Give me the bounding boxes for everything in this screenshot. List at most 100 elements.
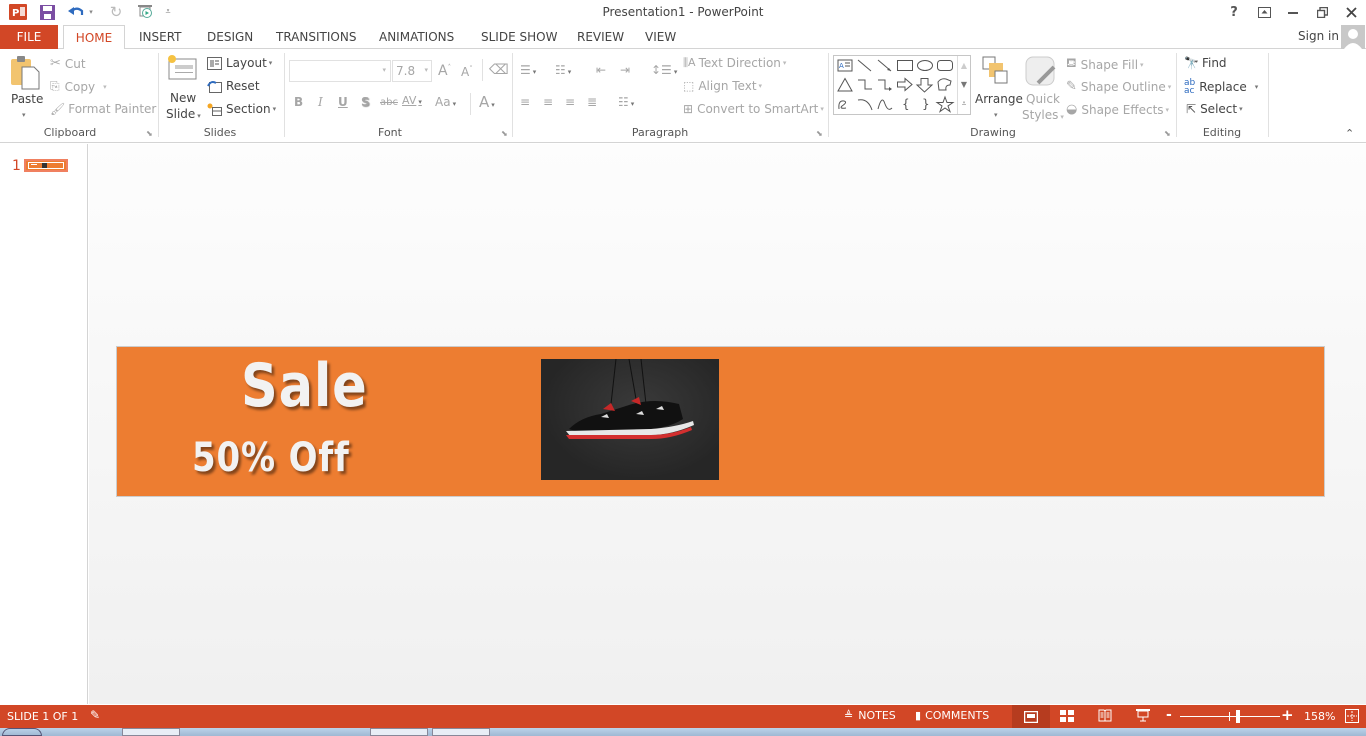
font-color-button[interactable]: A ▾	[479, 93, 495, 111]
collapse-ribbon-icon[interactable]: ⌃	[1345, 127, 1354, 140]
text-direction-button[interactable]: ⫼A Text Direction ▾	[683, 56, 786, 70]
underline-button[interactable]: U	[338, 95, 348, 109]
shape-oval-icon[interactable]	[917, 60, 933, 71]
find-button[interactable]: 🔭 Find	[1184, 56, 1227, 70]
shape-down-arrow-icon[interactable]	[915, 78, 934, 93]
shape-triangle-icon[interactable]	[837, 77, 853, 92]
shape-scribble-icon[interactable]	[838, 100, 847, 110]
drawing-launcher-icon[interactable]: ⬊	[1164, 129, 1171, 138]
sneaker-image[interactable]	[541, 358, 719, 480]
gallery-down-icon[interactable]: ▼	[958, 75, 970, 94]
align-text-button[interactable]: ⬚ Align Text ▾	[683, 79, 762, 93]
align-center-button[interactable]: ≡	[543, 95, 553, 109]
close-icon[interactable]	[1337, 2, 1365, 22]
tab-design[interactable]: DESIGN	[199, 25, 261, 49]
shape-rounded-rectangle-icon[interactable]	[937, 60, 953, 71]
increase-indent-button[interactable]: ⇥	[620, 63, 630, 77]
fit-slide-button[interactable]	[1345, 709, 1359, 726]
font-size-combobox[interactable]: 7.8 ▾	[392, 60, 432, 82]
ribbon-display-options-icon[interactable]	[1250, 2, 1278, 22]
start-button[interactable]	[2, 728, 42, 736]
sale-heading[interactable]: Sale	[241, 351, 368, 421]
cut-button[interactable]: ✂ Cut	[50, 56, 86, 71]
tab-review[interactable]: REVIEW	[569, 25, 632, 49]
reading-view-button[interactable]	[1098, 709, 1112, 725]
tab-view[interactable]: VIEW	[637, 25, 684, 49]
section-button[interactable]: Section ▾	[207, 102, 276, 116]
layout-button[interactable]: Layout ▾	[207, 56, 272, 70]
strikethrough-button[interactable]: abc	[380, 97, 398, 108]
align-left-button[interactable]: ≡	[520, 95, 530, 109]
copy-button[interactable]: ⎘ Copy ▾	[50, 79, 107, 94]
restore-icon[interactable]	[1308, 2, 1336, 22]
slide-sorter-button[interactable]	[1060, 710, 1074, 725]
shape-outline-button[interactable]: ✎ Shape Outline ▾	[1066, 79, 1171, 94]
zoom-in-button[interactable]: +	[1281, 706, 1294, 724]
shape-right-brace-icon[interactable]: }	[922, 97, 930, 111]
shape-freeform-icon[interactable]	[937, 78, 952, 91]
paste-button[interactable]: Paste ▾	[8, 55, 44, 121]
new-slide-button[interactable]: New Slide ▾	[165, 53, 201, 123]
font-name-dropdown-icon[interactable]: ▾	[382, 66, 386, 74]
slide-show-button[interactable]	[1136, 709, 1150, 725]
shape-elbow-arrow-icon[interactable]	[878, 79, 892, 91]
text-shadow-button[interactable]: S	[361, 95, 370, 109]
paragraph-launcher-icon[interactable]: ⬊	[816, 129, 823, 138]
font-size-dropdown-icon[interactable]: ▾	[424, 66, 428, 74]
normal-view-button[interactable]	[1012, 705, 1050, 728]
zoom-level[interactable]: 158%	[1304, 710, 1335, 723]
clipboard-launcher-icon[interactable]: ⬊	[146, 129, 153, 138]
spell-check-icon[interactable]: ✎	[90, 708, 100, 722]
justify-button[interactable]: ≣	[587, 95, 597, 109]
taskbar-app-word[interactable]	[432, 728, 490, 736]
shape-right-arrow-icon[interactable]	[897, 77, 913, 92]
taskbar-app-chrome[interactable]	[122, 728, 180, 736]
shape-rectangle-icon[interactable]	[897, 60, 913, 71]
arrange-button[interactable]: Arrange ▾	[975, 55, 1023, 121]
gallery-scroll[interactable]: ▲ ▼ ⩡	[957, 56, 970, 114]
sign-in-link[interactable]: Sign in	[1298, 29, 1339, 43]
tab-transitions[interactable]: TRANSITIONS	[268, 25, 364, 49]
tab-file[interactable]: FILE	[0, 25, 58, 49]
decrease-indent-button[interactable]: ⇤	[596, 63, 606, 77]
font-name-combobox[interactable]: ▾	[289, 60, 391, 82]
font-launcher-icon[interactable]: ⬊	[501, 129, 508, 138]
decrease-font-size-button[interactable]: A˅	[461, 65, 473, 79]
tab-home[interactable]: HOME	[63, 25, 125, 50]
zoom-slider-thumb[interactable]	[1236, 710, 1240, 723]
shape-left-brace-icon[interactable]: {	[902, 97, 910, 111]
tab-slide-show[interactable]: SLIDE SHOW	[473, 25, 565, 49]
numbering-button[interactable]: ☷ ▾	[555, 63, 571, 77]
notes-button[interactable]: ≜ NOTES	[844, 709, 896, 722]
minimize-icon[interactable]	[1279, 2, 1307, 22]
change-case-button[interactable]: Aa ▾	[435, 95, 456, 109]
columns-button[interactable]: ☷ ▾	[618, 95, 634, 109]
reset-button[interactable]: Reset	[207, 79, 260, 93]
character-spacing-button[interactable]: AV ▾	[402, 94, 422, 107]
shape-arrow-line-icon[interactable]	[877, 59, 892, 72]
tab-insert[interactable]: INSERT	[131, 25, 190, 49]
zoom-slider-track[interactable]	[1180, 716, 1280, 717]
italic-button[interactable]: I	[318, 95, 323, 109]
gallery-up-icon[interactable]: ▲	[958, 56, 970, 75]
slide-thumbnail[interactable]	[24, 159, 68, 172]
clear-formatting-button[interactable]: ⌫	[489, 62, 509, 78]
line-spacing-button[interactable]: ↕☰ ▾	[651, 63, 677, 77]
shape-elbow-connector-icon[interactable]	[858, 79, 872, 90]
shape-fill-button[interactable]: ⛾ Shape Fill ▾	[1066, 56, 1144, 73]
taskbar-app-powerpoint[interactable]	[370, 728, 428, 736]
comments-button[interactable]: ▮ COMMENTS	[915, 709, 989, 722]
slide-counter[interactable]: SLIDE 1 OF 1	[7, 710, 78, 723]
bullets-button[interactable]: ☰ ▾	[520, 63, 536, 77]
shapes-gallery[interactable]: A {} ▲ ▼ ⩡	[833, 55, 971, 115]
gallery-more-icon[interactable]: ⩡	[958, 94, 970, 113]
bold-button[interactable]: B	[294, 95, 303, 109]
quick-styles-button[interactable]: Quick Styles ▾	[1022, 55, 1064, 122]
help-icon[interactable]: ?	[1220, 2, 1248, 22]
shape-effects-button[interactable]: ◒ Shape Effects ▾	[1066, 102, 1169, 117]
format-painter-button[interactable]: 🖌 Format Painter	[50, 102, 156, 116]
shape-curve-icon[interactable]	[877, 99, 893, 110]
shape-text-box-icon[interactable]: A	[837, 59, 853, 72]
increase-font-size-button[interactable]: A˄	[438, 63, 451, 79]
shape-star-icon[interactable]	[935, 95, 955, 113]
